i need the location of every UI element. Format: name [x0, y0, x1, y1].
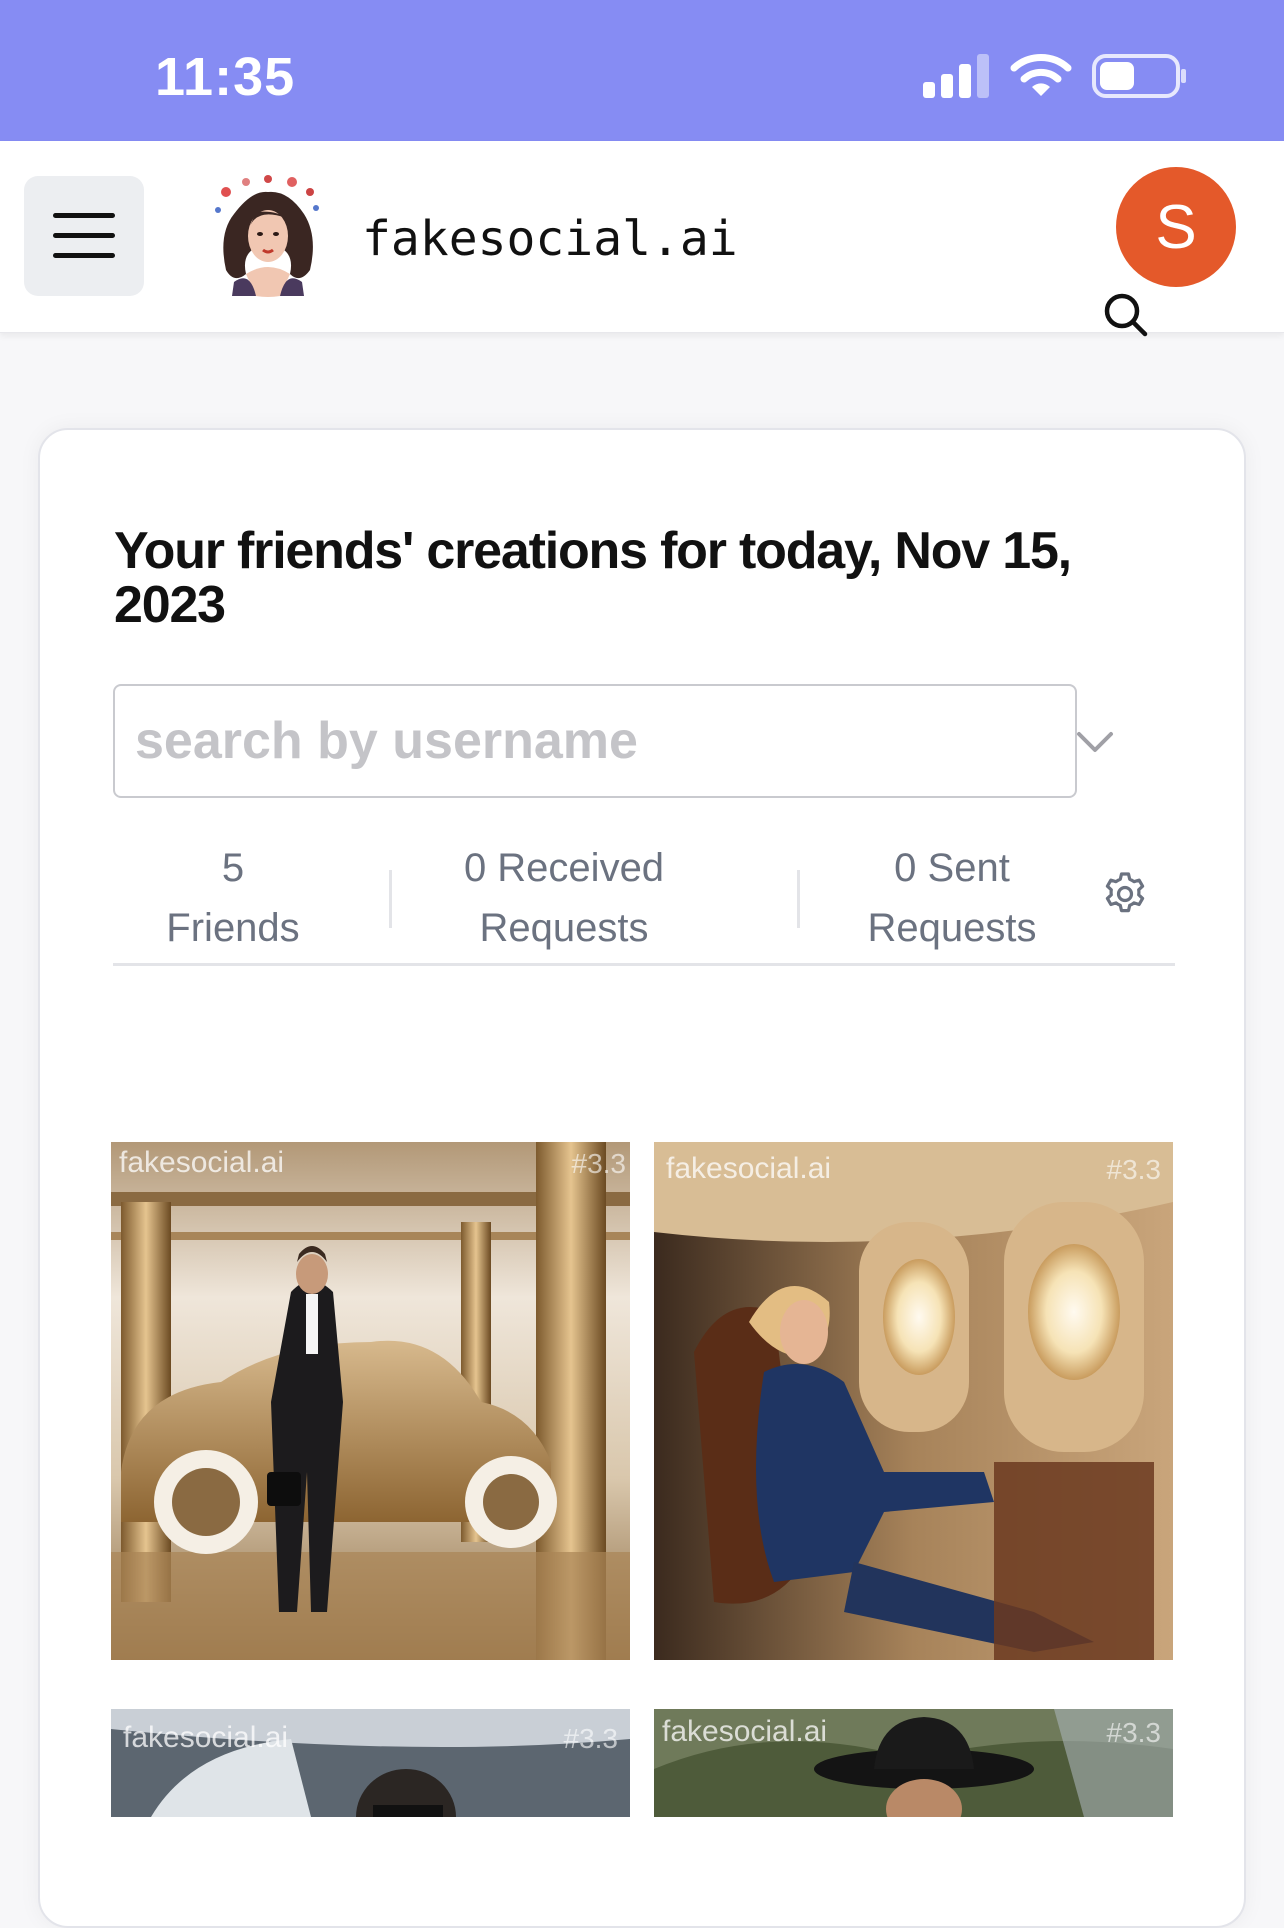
search-icon[interactable] [1103, 292, 1149, 338]
sent-count: 0 Sent [894, 846, 1010, 890]
creation-image-tile[interactable]: fakesocial.ai #3.3 [111, 1709, 630, 1817]
user-avatar[interactable]: S [1116, 167, 1236, 287]
watermark: fakesocial.ai [666, 1152, 832, 1185]
wifi-icon [1010, 54, 1072, 96]
received-count: 0 Received [463, 846, 665, 890]
sent-requests-tab[interactable]: 0 Sent Requests [763, 838, 1141, 958]
battery-icon [1092, 54, 1186, 98]
friends-count-tab[interactable]: 5 Friends [113, 838, 353, 958]
received-requests-tab[interactable]: 0 Received Requests [383, 838, 745, 958]
watermark: fakesocial.ai [123, 1721, 289, 1754]
status-time: 11:35 [155, 47, 296, 107]
version-tag: #3.3 [1106, 1717, 1162, 1748]
hamburger-icon [53, 213, 115, 258]
friends-count: 5 [221, 846, 245, 890]
jet-woman-image [654, 1142, 1173, 1660]
creation-image-tile[interactable]: fakesocial.ai #3.3 [654, 1142, 1173, 1660]
username-search-combobox[interactable] [113, 684, 1113, 798]
received-label: Requests [479, 906, 649, 950]
creation-image-tile[interactable]: fakesocial.ai #3.3 [654, 1709, 1173, 1817]
app-header: fakesocial.ai S [0, 141, 1284, 333]
watermark: fakesocial.ai [119, 1146, 285, 1179]
sent-label: Requests [867, 906, 1037, 950]
brand-logo-icon[interactable] [206, 174, 330, 298]
chevron-down-icon[interactable] [1075, 726, 1115, 756]
gear-icon[interactable] [1102, 871, 1148, 917]
version-tag: #3.3 [563, 1723, 619, 1754]
page-title: Your friends' creations for today, Nov 1… [114, 522, 1072, 634]
friends-label: Friends [166, 906, 300, 950]
version-tag: #3.3 [1106, 1154, 1162, 1185]
creation-image-tile[interactable]: fakesocial.ai #3.3 [111, 1142, 630, 1660]
menu-button[interactable] [24, 176, 144, 296]
brand-name[interactable]: fakesocial.ai [362, 211, 738, 267]
status-bar: 11:35 [0, 0, 1284, 141]
watermark: fakesocial.ai [662, 1715, 828, 1748]
search-input[interactable] [135, 686, 995, 796]
friend-stats: 5 Friends 0 Received Requests 0 Sent Req… [113, 838, 1175, 966]
version-tag: #3.3 [571, 1148, 627, 1179]
signal-icon [923, 54, 989, 98]
tuxedo-car-image [111, 1142, 630, 1660]
